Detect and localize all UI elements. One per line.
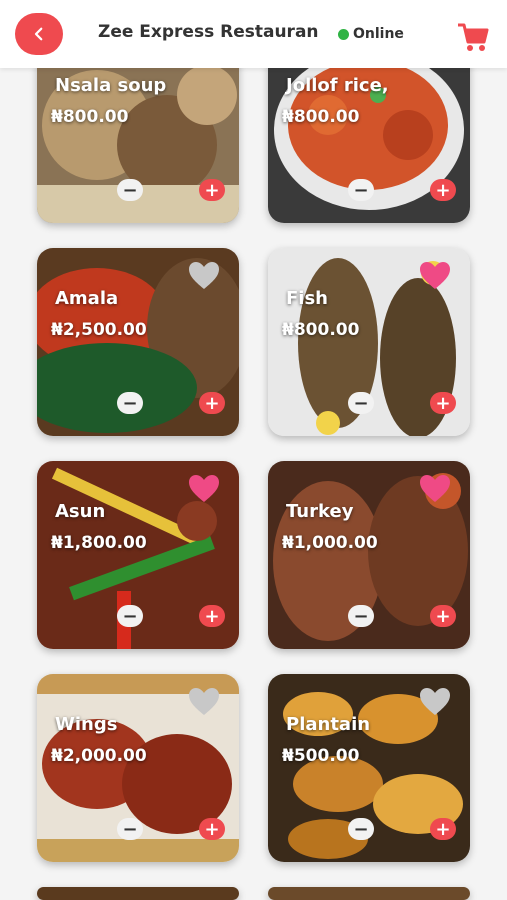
back-button[interactable]	[15, 13, 63, 55]
item-name: Jollof rice,	[286, 75, 389, 96]
food-image	[268, 887, 470, 900]
chevron-left-icon	[34, 27, 43, 41]
menu-card[interactable]: Fish ₦800.00 − +	[268, 248, 470, 436]
menu-card[interactable]: Plantain ₦500.00 − +	[268, 674, 470, 862]
heart-icon[interactable]	[418, 686, 452, 718]
item-name: Amala	[55, 288, 119, 309]
online-dot	[338, 28, 349, 40]
item-name: Wings	[55, 714, 118, 735]
menu-card[interactable]: Amala ₦2,500.00 − +	[37, 248, 239, 436]
menu-grid: Nsala soup ₦800.00 − + Jollof rice, ₦800…	[0, 0, 507, 900]
cart-icon	[458, 23, 489, 51]
increase-quantity-button[interactable]: +	[430, 392, 456, 414]
decrease-quantity-button[interactable]: −	[117, 392, 143, 414]
item-name: Fish	[286, 288, 328, 309]
decrease-quantity-button[interactable]: −	[117, 818, 143, 840]
item-price: ₦1,000.00	[282, 533, 378, 553]
food-image	[37, 887, 239, 900]
heart-icon[interactable]	[418, 260, 452, 292]
cart-button[interactable]	[456, 22, 490, 54]
item-name: Asun	[55, 501, 106, 522]
item-price: ₦500.00	[282, 746, 360, 766]
decrease-quantity-button[interactable]: −	[348, 392, 374, 414]
item-price: ₦1,800.00	[51, 533, 147, 553]
item-price: ₦800.00	[51, 107, 129, 127]
decrease-quantity-button[interactable]: −	[348, 818, 374, 840]
item-price: ₦2,500.00	[51, 320, 147, 340]
decrease-quantity-button[interactable]: −	[117, 179, 143, 201]
item-name: Turkey	[286, 501, 354, 522]
menu-card[interactable]: Wings ₦2,000.00 − +	[37, 674, 239, 862]
menu-card[interactable]: Turkey ₦1,000.00 − +	[268, 461, 470, 649]
item-name: Plantain	[286, 714, 371, 735]
decrease-quantity-button[interactable]: −	[348, 605, 374, 627]
increase-quantity-button[interactable]: +	[199, 392, 225, 414]
item-price: ₦800.00	[282, 320, 360, 340]
app-header: Zee Express Restaurant Online	[0, 0, 507, 68]
menu-card-partial[interactable]	[268, 887, 470, 900]
item-name: Nsala soup	[55, 75, 167, 96]
increase-quantity-button[interactable]: +	[199, 179, 225, 201]
heart-icon[interactable]	[187, 260, 221, 292]
increase-quantity-button[interactable]: +	[199, 818, 225, 840]
heart-icon[interactable]	[418, 473, 452, 505]
increase-quantity-button[interactable]: +	[430, 605, 456, 627]
heart-icon[interactable]	[187, 686, 221, 718]
status-indicator: Online	[338, 26, 404, 42]
heart-icon[interactable]	[187, 473, 221, 505]
item-price: ₦800.00	[282, 107, 360, 127]
status-label: Online	[353, 26, 404, 42]
increase-quantity-button[interactable]: +	[430, 818, 456, 840]
item-price: ₦2,000.00	[51, 746, 147, 766]
restaurant-title: Zee Express Restaurant	[98, 22, 318, 42]
menu-card[interactable]: Asun ₦1,800.00 − +	[37, 461, 239, 649]
decrease-quantity-button[interactable]: −	[117, 605, 143, 627]
increase-quantity-button[interactable]: +	[199, 605, 225, 627]
decrease-quantity-button[interactable]: −	[348, 179, 374, 201]
increase-quantity-button[interactable]: +	[430, 179, 456, 201]
menu-card-partial[interactable]	[37, 887, 239, 900]
